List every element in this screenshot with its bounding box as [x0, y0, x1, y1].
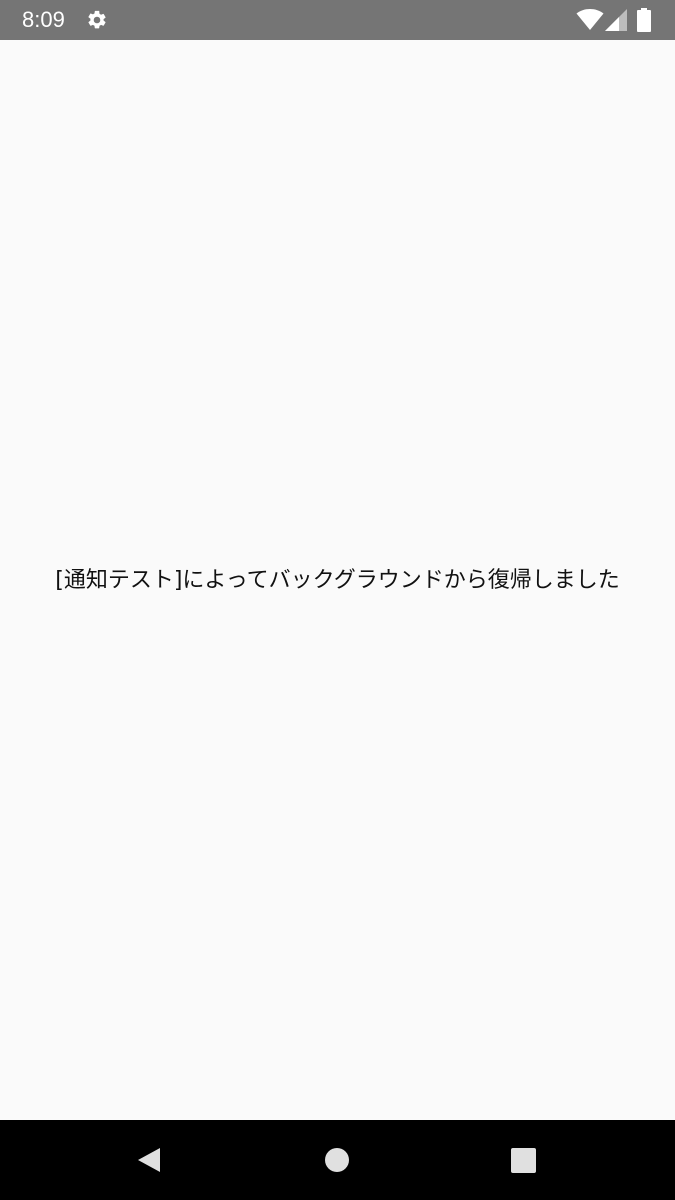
navigation-bar — [0, 1120, 675, 1200]
battery-icon — [637, 8, 651, 32]
main-content: [通知テスト]によってバックグラウンドから復帰しました — [0, 40, 675, 1120]
wifi-icon — [576, 9, 604, 30]
status-time: 8:09 — [22, 7, 65, 32]
notification-resume-message: [通知テスト]によってバックグラウンドから復帰しました — [55, 568, 620, 593]
cell-signal-icon — [605, 9, 627, 31]
status-bar: 8:09 — [0, 0, 675, 40]
settings-icon — [88, 10, 106, 29]
recents-button[interactable] — [511, 1148, 536, 1173]
app-screen: 8:09 [通知テスト]によってバックグラウンドから復帰しました — [0, 0, 675, 1200]
home-button[interactable] — [325, 1148, 349, 1172]
back-button[interactable] — [136, 1147, 162, 1173]
